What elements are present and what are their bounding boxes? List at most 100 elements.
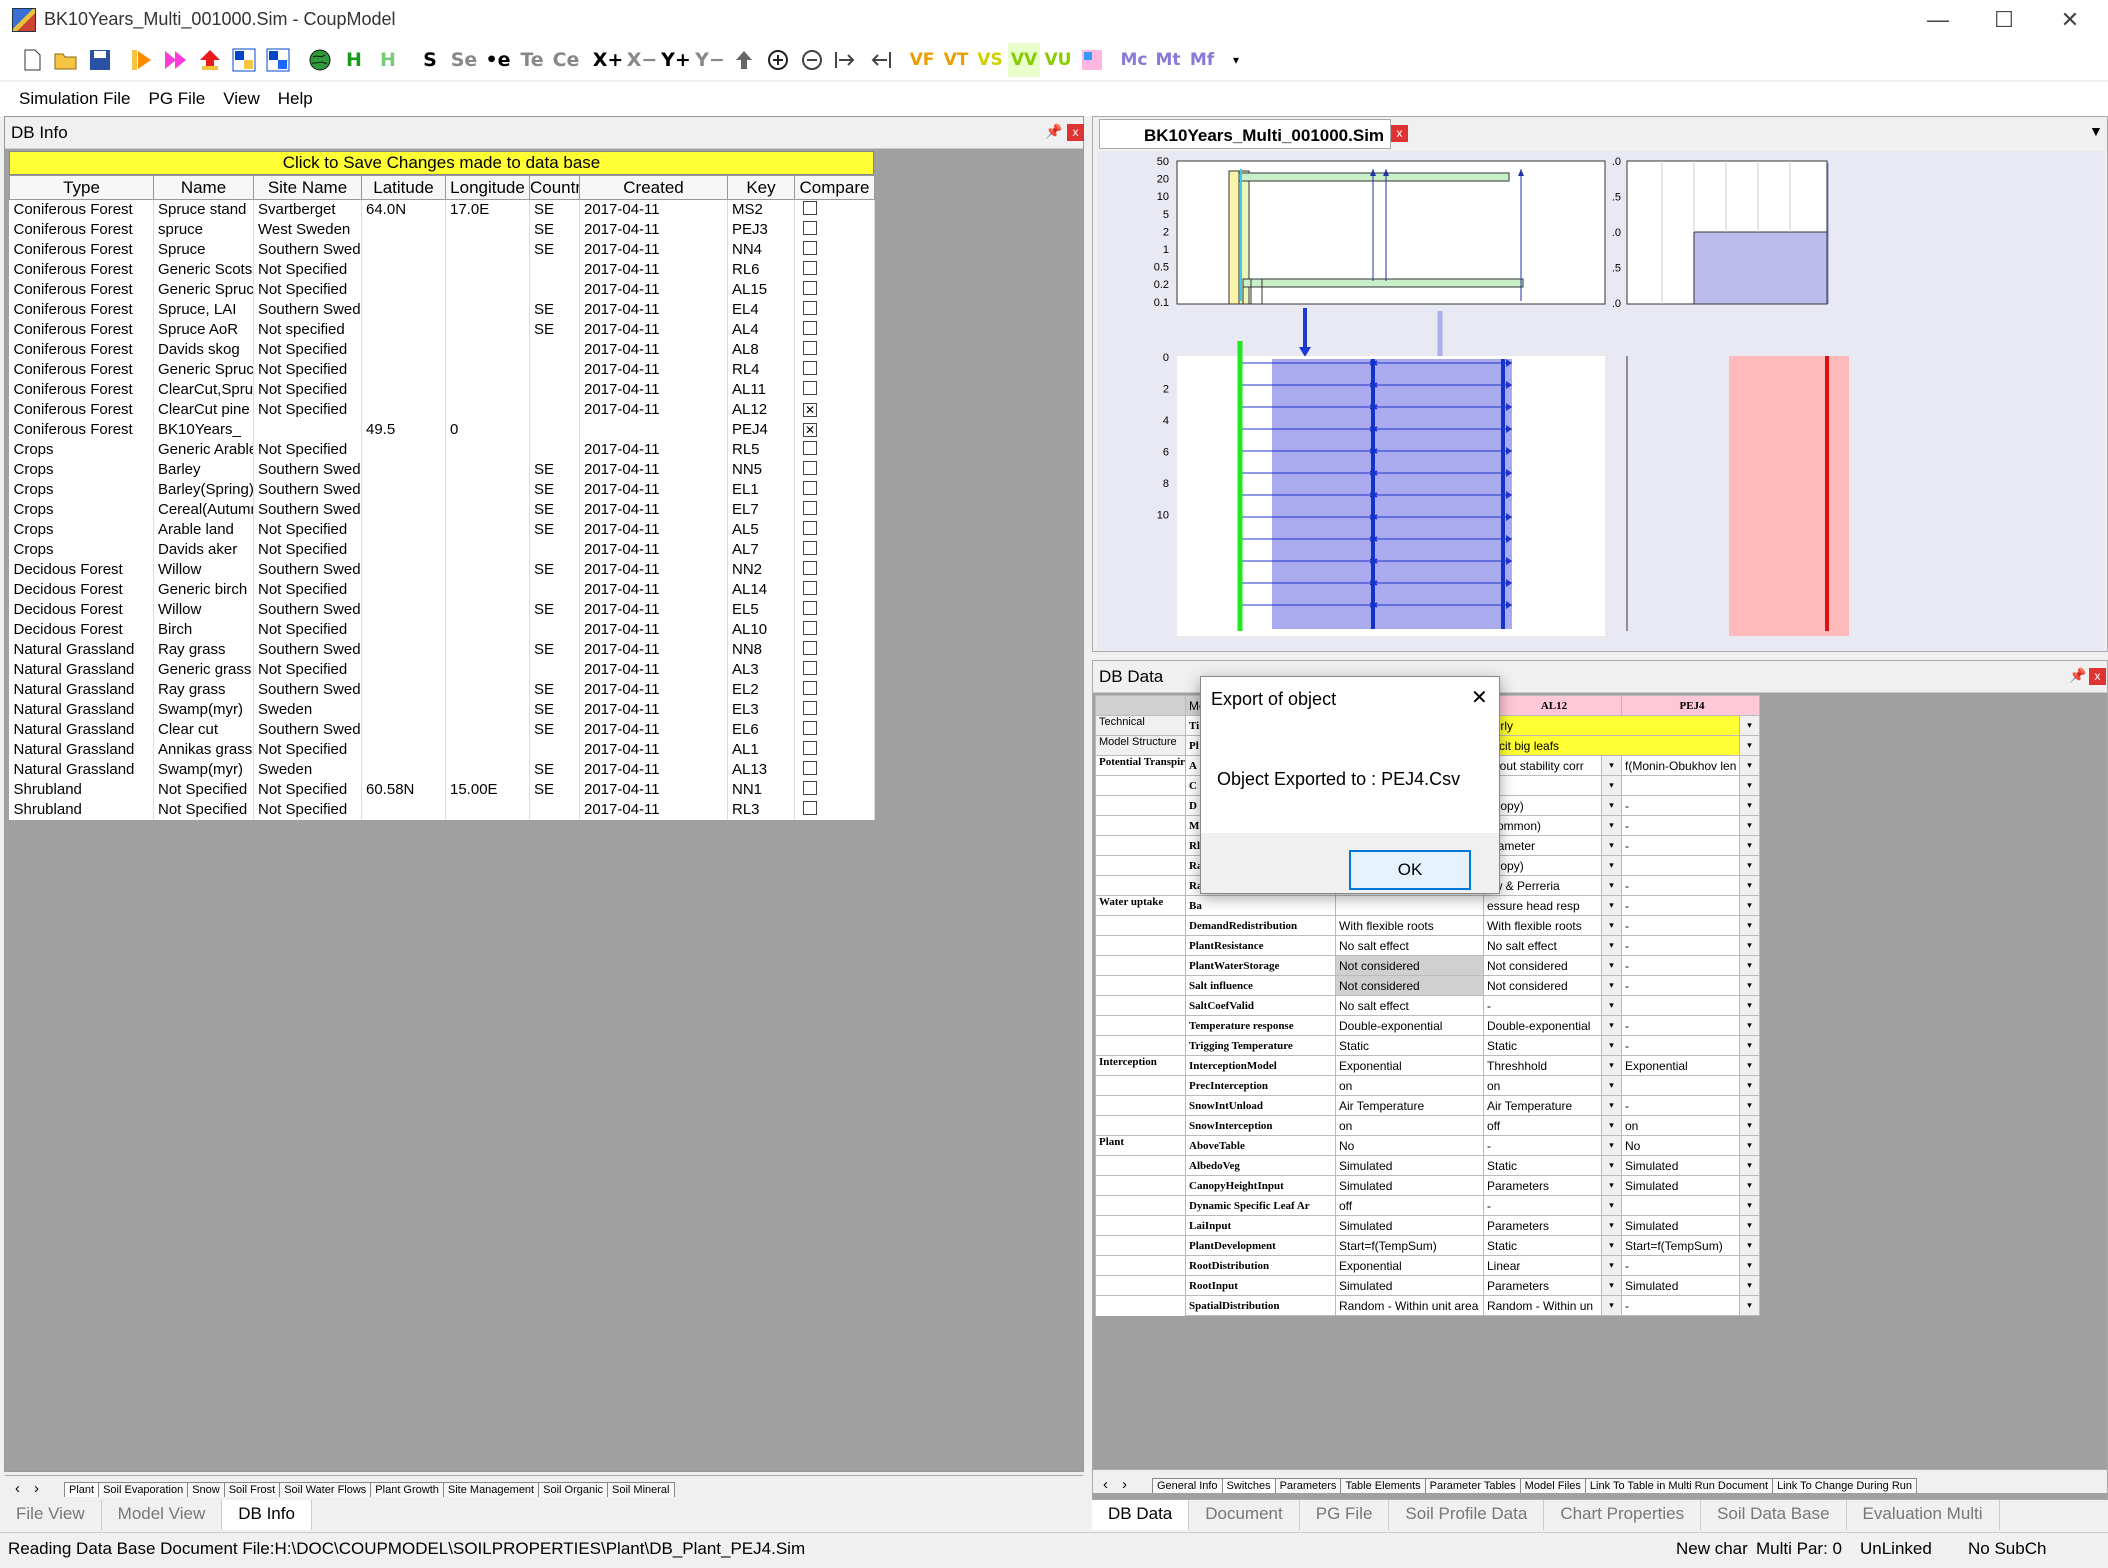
subtab[interactable]: Soil Organic: [538, 1482, 609, 1497]
dropdown-icon[interactable]: ▾: [1601, 1095, 1622, 1116]
compare-checkbox[interactable]: [803, 640, 817, 655]
h-light-icon[interactable]: H: [372, 43, 404, 77]
dropdown-icon[interactable]: ▾: [1739, 1255, 1760, 1276]
al12-value[interactable]: Random - Within un: [1483, 1295, 1602, 1316]
pej4-value[interactable]: [1621, 775, 1740, 796]
compare-checkbox[interactable]: [803, 380, 817, 395]
dropdown-icon[interactable]: ▾: [1739, 855, 1760, 876]
compare-checkbox[interactable]: [803, 780, 817, 795]
compare-checkbox[interactable]: [803, 660, 817, 675]
close-window-button[interactable]: ✕: [2040, 4, 2100, 36]
subtab[interactable]: Site Management: [442, 1482, 540, 1497]
column-header[interactable]: Site Name: [253, 175, 362, 200]
table-row[interactable]: Natural GrasslandRay grassSouthern Swede…: [9, 679, 875, 700]
pej4-value[interactable]: Exponential: [1621, 1055, 1740, 1076]
dropdown-icon[interactable]: ▾: [1601, 1175, 1622, 1196]
dropdown-icon[interactable]: ▾: [1601, 1015, 1622, 1036]
column-header[interactable]: Countr: [529, 175, 580, 200]
dropdown-icon[interactable]: ▾: [1739, 875, 1760, 896]
subtab[interactable]: Link To Table in Multi Run Document: [1584, 1478, 1774, 1493]
e-icon[interactable]: •e: [482, 43, 514, 77]
compare-checkbox[interactable]: [803, 440, 817, 455]
menu-help[interactable]: Help: [269, 89, 322, 109]
grid-row[interactable]: Salt influence Not considered Not consider…: [1095, 975, 1760, 996]
dropdown-icon[interactable]: ▾: [1601, 915, 1622, 936]
pin-icon[interactable]: 📌: [1045, 123, 1062, 140]
table-row[interactable]: Coniferous Forest Generic Scots Not Specif…: [9, 259, 875, 280]
dropdown-icon[interactable]: ▾: [1601, 1235, 1622, 1256]
subtab[interactable]: Soil Evaporation: [98, 1482, 189, 1497]
dropdown-icon[interactable]: ▾: [1739, 1155, 1760, 1176]
grid-row[interactable]: Trigging Temperature Static Static ▾ - ▾: [1095, 1035, 1760, 1056]
dropdown-icon[interactable]: ▾: [1739, 835, 1760, 856]
al12-value[interactable]: Static: [1483, 1035, 1602, 1056]
mt-icon[interactable]: Mt: [1152, 43, 1184, 77]
table-row[interactable]: Decidous Forest Birch Not Specified 2017-04…: [9, 619, 875, 640]
table-row[interactable]: Coniferous ForestSpruceSouthern Sweden SE…: [9, 239, 875, 260]
compare-checkbox[interactable]: [803, 260, 817, 275]
compare-checkbox[interactable]: [803, 700, 817, 715]
pej4-value[interactable]: -: [1621, 1015, 1740, 1036]
dropdown-icon[interactable]: ▾: [1739, 955, 1760, 976]
close-panel-icon[interactable]: x: [1067, 124, 1084, 141]
dropdown-icon[interactable]: ▾: [1601, 935, 1622, 956]
al12-value[interactable]: (common): [1483, 815, 1602, 836]
pej4-value[interactable]: -: [1621, 975, 1740, 996]
al12-value[interactable]: -: [1483, 1195, 1602, 1216]
subtab-scroll-arrows-2[interactable]: ‹›: [1093, 1476, 1153, 1493]
dropdown-icon[interactable]: ▾: [1601, 755, 1622, 776]
table-row[interactable]: Coniferous Forest ClearCut pine Not Specif…: [9, 399, 875, 420]
pej4-value[interactable]: -: [1621, 895, 1740, 916]
al12-value[interactable]: Air Temperature: [1483, 1095, 1602, 1116]
pej4-value[interactable]: [1621, 1195, 1740, 1216]
al12-value[interactable]: Static: [1483, 1235, 1602, 1256]
dropdown-icon[interactable]: ▾: [1601, 895, 1622, 916]
pej4-value[interactable]: -: [1621, 815, 1740, 836]
pej4-value[interactable]: -: [1621, 955, 1740, 976]
dropdown-icon[interactable]: ▾: [1601, 1275, 1622, 1296]
table-row[interactable]: Coniferous Forest Spruce AoR Not specified…: [9, 319, 875, 340]
pej4-value[interactable]: Simulated: [1621, 1275, 1740, 1296]
compare-checkbox[interactable]: [803, 280, 817, 295]
grid-row[interactable]: SpatialDistribution Random - Within unit …: [1095, 1295, 1760, 1316]
al12-value[interactable]: Not considered: [1483, 955, 1602, 976]
grid-row[interactable]: SaltCoefValid No salt effect - ▾ ▾: [1095, 995, 1760, 1016]
dropdown-icon[interactable]: ▾: [1601, 1215, 1622, 1236]
mf-icon[interactable]: Mf: [1186, 43, 1218, 77]
dropdown-icon[interactable]: ▾: [1739, 1135, 1760, 1156]
compare-checkbox[interactable]: [803, 360, 817, 375]
column-header[interactable]: Created: [579, 175, 728, 200]
dropdown-icon[interactable]: ▾: [1739, 935, 1760, 956]
compare-checkbox[interactable]: [803, 240, 817, 255]
dropdown-icon[interactable]: ▾: [1601, 1115, 1622, 1136]
bottom-tab[interactable]: Chart Properties: [1544, 1500, 1702, 1530]
y-plus-icon[interactable]: Y+: [660, 43, 692, 77]
maximize-button[interactable]: ☐: [1974, 4, 2034, 36]
subtab[interactable]: Soil Mineral: [607, 1482, 675, 1497]
al12-value[interactable]: off: [1483, 1115, 1602, 1136]
vf-icon[interactable]: VF: [906, 43, 938, 77]
bottom-tab[interactable]: Evaluation Multi: [1847, 1500, 2000, 1530]
table-row[interactable]: Natural Grassland Swamp(myr) Sweden SE 2017-…: [9, 699, 875, 720]
dropdown-icon[interactable]: ▾: [1739, 755, 1760, 776]
compare-checkbox[interactable]: ✕: [803, 423, 817, 437]
dropdown-icon[interactable]: ▾: [1601, 835, 1622, 856]
table-row[interactable]: Coniferous Forest BK10Years_ 49.5 0 PEJ4 ✕: [9, 419, 875, 440]
table-row[interactable]: Shrubland Not Specified Not Specified 2017-…: [9, 799, 875, 820]
column-header[interactable]: Compare: [794, 175, 875, 200]
grid-row[interactable]: SnowInterception on off ▾ on ▾: [1095, 1115, 1760, 1136]
compare-checkbox[interactable]: [803, 500, 817, 515]
dropdown-icon[interactable]: ▾: [1601, 995, 1622, 1016]
dropdown-icon[interactable]: ▾: [1739, 1295, 1760, 1316]
grid-row[interactable]: LaiInput Simulated Parameters ▾ Simulated ▾: [1095, 1215, 1760, 1236]
move-right-icon[interactable]: [830, 43, 862, 77]
subtab[interactable]: Plant Growth: [370, 1482, 444, 1497]
up-arrow-icon[interactable]: [194, 43, 226, 77]
dropdown-icon[interactable]: ▾: [1739, 1055, 1760, 1076]
dropdown-icon[interactable]: ▾: [1601, 1035, 1622, 1056]
grid-row[interactable]: PrecInterception on on ▾ ▾: [1095, 1075, 1760, 1096]
compare-checkbox[interactable]: [803, 220, 817, 235]
pej4-value[interactable]: [1621, 1075, 1740, 1096]
compare-checkbox[interactable]: [803, 200, 817, 215]
grid-row[interactable]: Water uptake Ba essure head resp ▾ - ▾: [1095, 895, 1760, 916]
